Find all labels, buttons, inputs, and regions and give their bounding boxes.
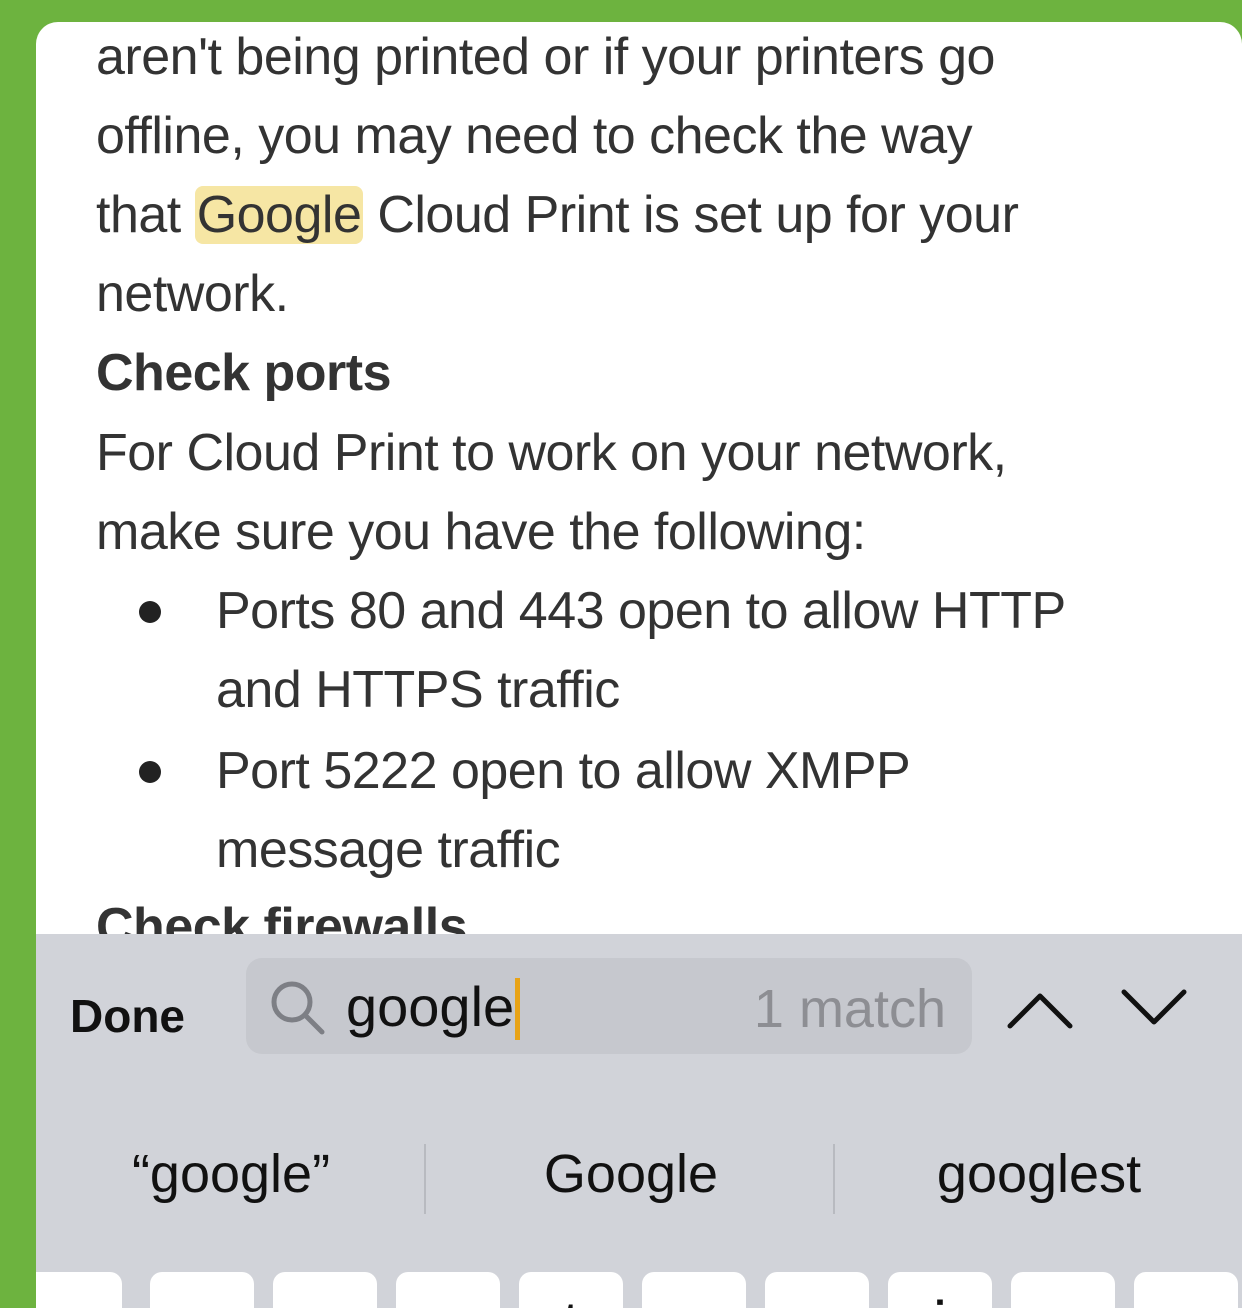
- find-query: google: [346, 974, 521, 1040]
- bullet-icon: [139, 601, 161, 623]
- divider: [833, 1144, 835, 1214]
- chevron-down-icon: [1121, 989, 1187, 1025]
- list-item: message traffic: [216, 821, 561, 879]
- divider: [424, 1144, 426, 1214]
- next-match-button[interactable]: [1114, 978, 1194, 1038]
- find-bar: Done google 1 match “google” Google goog: [36, 934, 1242, 1308]
- keyboard-top-row: q w e r t y u i o p: [36, 1272, 1242, 1308]
- predictive-suggestions-bar: “google” Google googlest: [36, 1124, 1242, 1224]
- text-caret: [515, 978, 521, 1040]
- key-u[interactable]: u: [765, 1272, 869, 1308]
- section-heading: Check firewalls: [96, 898, 468, 934]
- document-window: aren't being printed or if your printers…: [36, 22, 1242, 1308]
- text-segment: Cloud Print is set up for your: [363, 186, 1019, 244]
- search-icon: [271, 981, 325, 1035]
- list-item: Ports 80 and 443 open to allow HTTP: [216, 582, 1066, 640]
- chevron-up-icon: [1007, 993, 1073, 1029]
- suggestion-item[interactable]: “google”: [36, 1124, 426, 1224]
- list-item: and HTTPS traffic: [216, 661, 620, 719]
- suggestion-item[interactable]: googlest: [836, 1124, 1242, 1224]
- key-p[interactable]: p: [1134, 1272, 1238, 1308]
- list-item: Port 5222 open to allow XMPP: [216, 742, 911, 800]
- section-heading: Check ports: [96, 344, 392, 402]
- key-r[interactable]: r: [396, 1272, 500, 1308]
- match-count: 1 match: [753, 979, 946, 1039]
- done-button[interactable]: Done: [70, 989, 185, 1043]
- key-q[interactable]: q: [36, 1272, 122, 1308]
- paragraph-line: network.: [96, 265, 289, 323]
- paragraph-line: that Google Cloud Print is set up for yo…: [96, 176, 1206, 255]
- find-query-text: google: [346, 975, 515, 1038]
- key-o[interactable]: o: [1011, 1272, 1115, 1308]
- search-match-highlight: Google: [194, 186, 364, 244]
- paragraph-line: offline, you may need to check the way: [96, 107, 973, 165]
- suggestion-item[interactable]: Google: [428, 1124, 834, 1224]
- paragraph-line: aren't being printed or if your printers…: [96, 28, 995, 86]
- key-e[interactable]: e: [273, 1272, 377, 1308]
- key-i[interactable]: i: [888, 1272, 992, 1308]
- document-content: aren't being printed or if your printers…: [36, 22, 1242, 934]
- text-segment: that: [96, 186, 195, 244]
- key-t[interactable]: t: [519, 1272, 623, 1308]
- previous-match-button[interactable]: [1000, 978, 1080, 1038]
- paragraph-line: For Cloud Print to work on your network,: [96, 424, 1007, 482]
- paragraph-line: make sure you have the following:: [96, 503, 866, 561]
- bullet-icon: [139, 761, 161, 783]
- key-w[interactable]: w: [150, 1272, 254, 1308]
- find-input[interactable]: google 1 match: [246, 958, 972, 1054]
- key-y[interactable]: y: [642, 1272, 746, 1308]
